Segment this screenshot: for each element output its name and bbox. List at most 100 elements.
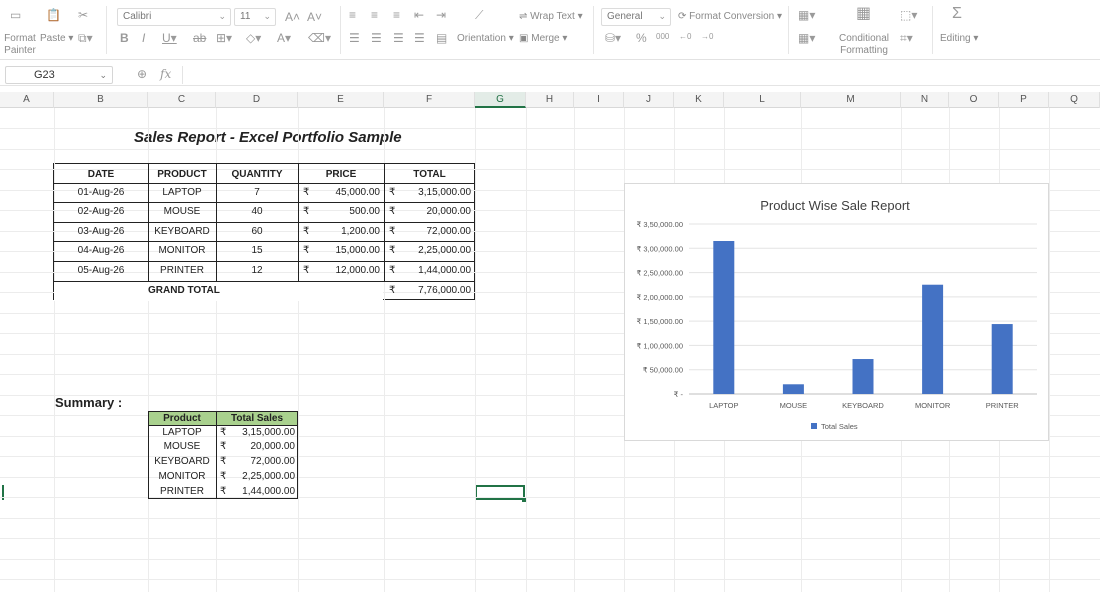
cell-style-icon[interactable]: ▦▾ [798,8,815,22]
thousands-icon[interactable]: 000 [656,30,669,44]
format-painter-icon[interactable]: ▭ [10,8,21,22]
chart-container[interactable]: Product Wise Sale Report ₹ - ₹ 50,000.00 ₹… [624,183,1049,441]
paste-button[interactable]: Paste ▾ [40,33,73,44]
column-header-d[interactable]: D [216,92,298,108]
report-product-cell: MONITOR [158,245,206,256]
editing-button[interactable]: Editing ▾ [940,33,978,44]
number-format-select[interactable]: General ⌄ [601,8,671,26]
column-header-m[interactable]: M [801,92,901,108]
table-border [53,222,475,223]
italic-icon[interactable]: I [142,31,145,45]
chevron-down-icon: ⌄ [218,11,226,21]
report-date-cell: 02-Aug-26 [77,206,125,217]
column-header-b[interactable]: B [54,92,148,108]
report-date-cell: 05-Aug-26 [77,265,125,276]
align-bottom-icon[interactable]: ≡ [393,8,400,22]
align-center-icon[interactable]: ☰ [371,31,382,45]
clear-format-icon[interactable]: ⌫▾ [308,31,331,45]
paste-icon[interactable]: 📋 [46,8,61,22]
font-size-select[interactable]: 11 ⌄ [234,8,276,26]
column-header-i[interactable]: I [574,92,624,108]
editing-label: Editing [940,33,971,44]
number-format-value: General [607,11,643,22]
column-header-c[interactable]: C [148,92,216,108]
table-border [53,261,475,262]
fill-icon[interactable]: ⬚▾ [900,8,917,22]
underline-icon[interactable]: U▾ [162,31,177,45]
name-box[interactable]: G23 ⌄ [5,66,113,84]
report-price-cell: 45,000.00 [335,187,381,198]
justify-icon[interactable]: ☰ [414,31,425,45]
strikethrough-icon[interactable]: ab [193,31,206,45]
summary-header-cell: Product [163,413,201,424]
paste-label: Paste [40,33,66,44]
report-total-cell: 72,000.00 [426,226,472,237]
cut-icon[interactable]: ✂ [78,8,88,22]
column-header-o[interactable]: O [949,92,999,108]
border-icon[interactable]: ⊞▾ [216,31,232,45]
orientation-icon[interactable]: ⟋ [475,8,483,22]
indent-increase-icon[interactable]: ⇥ [436,8,446,22]
sum-icon[interactable]: Σ [952,6,962,22]
format-conversion-button[interactable]: ⟳ Format Conversion ▾ [678,11,782,22]
font-name-select[interactable]: Calibri ⌄ [117,8,231,26]
column-header-f[interactable]: F [384,92,475,108]
fx-icon[interactable]: fx [160,67,171,81]
grid-line [0,497,1100,498]
fill-color-icon[interactable]: ◇▾ [246,31,261,45]
column-header-h[interactable]: H [526,92,574,108]
format-painter-button[interactable]: Format Painter [2,33,38,57]
indent-decrease-icon[interactable]: ⇤ [414,8,424,22]
font-color-icon[interactable]: A▾ [277,31,291,45]
wrap-text-button[interactable]: ⇌ Wrap Text ▾ [519,11,583,22]
column-header-n[interactable]: N [901,92,949,108]
formula-input[interactable] [182,66,1094,84]
column-header-k[interactable]: K [674,92,724,108]
align-middle-icon[interactable]: ≡ [371,8,378,22]
column-header-e[interactable]: E [298,92,384,108]
report-price-cell: 500.00 [349,206,380,217]
currency-icon[interactable]: ⛁▾ [605,31,621,45]
copy-icon[interactable]: ⧉▾ [78,31,93,45]
merge-button[interactable]: ▣ Merge ▾ [519,33,567,44]
report-date-cell: 04-Aug-26 [77,245,125,256]
report-price-cell: 12,000.00 [335,265,381,276]
ribbon-separator [788,6,789,54]
increase-decimal-icon[interactable]: ←0 [679,30,691,44]
y-tick-label: ₹ 1,00,000.00 [637,341,683,350]
conditional-formatting-button[interactable]: Conditional Formatting [836,33,892,57]
y-tick-label: ₹ 3,50,000.00 [637,220,683,229]
report-product-cell: LAPTOP [162,187,202,198]
column-header-g[interactable]: G [475,92,526,108]
resize-icon[interactable]: ⌗▾ [900,31,913,45]
table-format-icon[interactable]: ▦▾ [798,31,815,45]
ribbon-toolbar: ▭ Format Painter 📋 Paste ▾ ✂ ⧉▾ Calibri ⌄… [0,0,1100,60]
chevron-down-icon: ⌄ [658,11,666,21]
column-header-a[interactable]: A [0,92,54,108]
zoom-icon[interactable]: ⊕ [137,67,147,81]
orientation-button[interactable]: Orientation ▾ [457,33,514,44]
report-total-cell: 2,25,000.00 [418,245,471,256]
align-left-icon[interactable]: ☰ [349,31,360,45]
ribbon-separator [340,6,341,54]
grid-line [0,559,1100,560]
column-header-j[interactable]: J [624,92,674,108]
y-tick-label: ₹ 3,00,000.00 [637,244,683,253]
summary-header-cell: Total Sales [230,413,284,424]
decrease-font-icon[interactable]: A˅ [307,10,322,24]
column-header-l[interactable]: L [724,92,801,108]
report-quantity-cell: 15 [251,245,263,256]
report-price-cell: 1,200.00 [341,226,380,237]
align-top-icon[interactable]: ≡ [349,8,356,22]
percent-icon[interactable]: % [636,31,647,45]
distributed-icon[interactable]: ▤ [436,31,447,45]
align-right-icon[interactable]: ☰ [393,31,404,45]
report-header-cell: QUANTITY [231,169,283,180]
conditional-formatting-icon[interactable]: ▦ [856,6,871,22]
column-header-p[interactable]: P [999,92,1049,108]
increase-font-icon[interactable]: A˄ [285,10,300,24]
column-header-q[interactable]: Q [1049,92,1100,108]
report-quantity-cell: 40 [251,206,263,217]
decrease-decimal-icon[interactable]: →0 [701,30,713,44]
bold-icon[interactable]: B [120,31,129,45]
